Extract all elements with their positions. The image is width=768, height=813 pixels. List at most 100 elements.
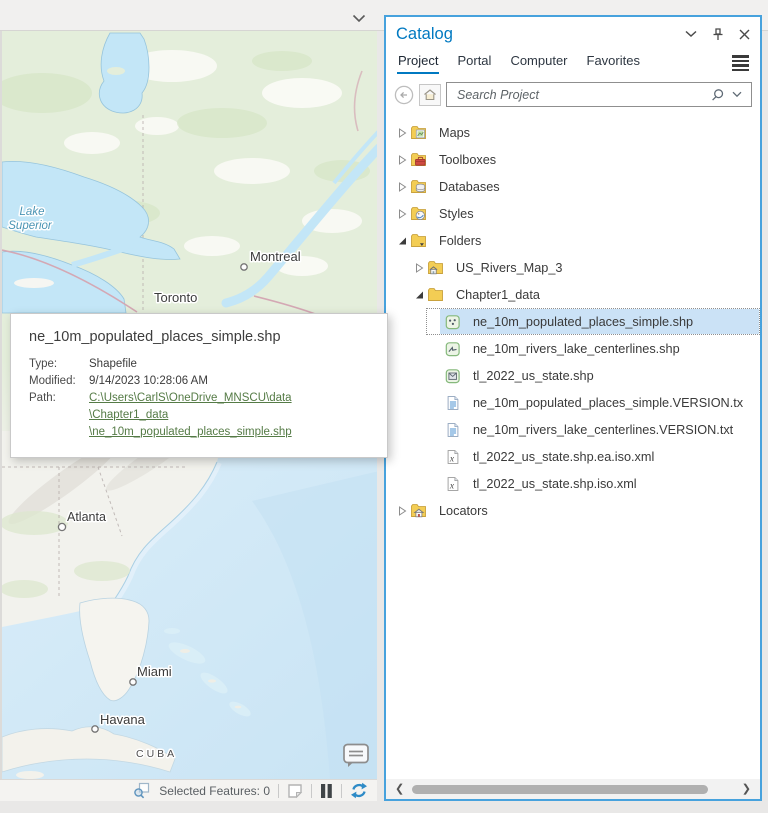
collapse-chevron-icon[interactable] xyxy=(352,10,366,28)
folder-home-icon xyxy=(427,259,445,276)
tree-item-label: US_Rivers_Map_3 xyxy=(456,260,563,275)
svg-text:x: x xyxy=(449,481,455,491)
catalog-pane: Catalog Project Portal Computer Favorite… xyxy=(384,15,762,801)
tab-computer[interactable]: Computer xyxy=(509,51,568,74)
map-label-atlanta: Atlanta xyxy=(67,510,106,524)
map-label-havana: Havana xyxy=(100,712,146,727)
pause-drawing-icon[interactable] xyxy=(320,783,333,799)
tooltip-modified-label: Modified: xyxy=(29,375,76,387)
tooltip-title: ne_10m_populated_places_simple.shp xyxy=(29,329,281,345)
catalog-pane-header: Catalog xyxy=(386,17,760,51)
search-icon[interactable] xyxy=(706,88,728,102)
pane-close-icon[interactable] xyxy=(739,29,750,40)
shp-polygon-icon xyxy=(444,367,462,384)
expander-collapsed-icon[interactable] xyxy=(394,127,410,138)
home-button[interactable] xyxy=(419,83,441,106)
shp-line-icon xyxy=(444,340,462,357)
tooltip-path-label: Path: xyxy=(29,392,56,404)
file-xml-icon: x xyxy=(444,448,462,465)
tree-item-label: Maps xyxy=(439,125,471,140)
tree-item-styles[interactable]: Styles xyxy=(386,200,760,227)
tree-item-label: tl_2022_us_state.shp.iso.xml xyxy=(473,476,637,491)
map-label-miami: Miami xyxy=(137,664,172,679)
expander-expanded-icon[interactable] xyxy=(411,290,427,300)
tree-item-label: ne_10m_populated_places_simple.VERSION.t… xyxy=(473,395,744,410)
pane-title: Catalog xyxy=(396,24,453,43)
map-label-lake-superior-1: Lake xyxy=(20,206,45,218)
tab-project[interactable]: Project xyxy=(397,51,440,74)
tree-item-chapter1-data[interactable]: Chapter1_data xyxy=(386,281,760,308)
tree-item-label: Locators xyxy=(439,503,488,518)
tree-item-us-rivers-map-3[interactable]: US_Rivers_Map_3 xyxy=(386,254,760,281)
tree-item-ne-10m-populated-places-simple-shp[interactable]: ne_10m_populated_places_simple.shp xyxy=(386,308,760,335)
tree-item-label: tl_2022_us_state.shp xyxy=(473,368,594,383)
tree-item-label: Databases xyxy=(439,179,500,194)
tree-item-tl-2022-us-state-shp-iso-xml[interactable]: x tl_2022_us_state.shp.iso.xml xyxy=(386,470,760,497)
statusbar-separator xyxy=(311,783,312,798)
back-button[interactable] xyxy=(394,85,414,105)
tree-item-folders[interactable]: Folders xyxy=(386,227,760,254)
map-label-lake-superior-2: Superior xyxy=(8,220,53,232)
map-label-montreal: Montreal xyxy=(250,249,301,264)
statusbar-separator xyxy=(278,783,279,798)
tree-item-label: ne_10m_populated_places_simple.shp xyxy=(473,314,694,329)
tree-item-label: ne_10m_rivers_lake_centerlines.VERSION.t… xyxy=(473,422,734,437)
tooltip-path-link-line3[interactable]: \ne_10m_populated_places_simple.shp xyxy=(89,424,369,441)
pane-menu-chevron-icon[interactable] xyxy=(685,30,697,38)
file-txt-icon xyxy=(444,394,462,411)
expander-expanded-icon[interactable] xyxy=(394,236,410,246)
file-txt-icon xyxy=(444,421,462,438)
expander-collapsed-icon[interactable] xyxy=(394,505,410,516)
tree-item-ne-10m-rivers-lake-centerlines-shp[interactable]: ne_10m_rivers_lake_centerlines.shp xyxy=(386,335,760,362)
catalog-tree: Maps Toolboxes Databases Styles Folders US_Ri… xyxy=(386,113,760,779)
shp-point-icon xyxy=(444,313,462,330)
expander-collapsed-icon[interactable] xyxy=(394,208,410,219)
statusbar-separator xyxy=(341,783,342,798)
folder-styles-icon xyxy=(410,205,428,222)
folder-maps-icon xyxy=(410,124,428,141)
svg-text:x: x xyxy=(449,454,455,464)
catalog-search-row xyxy=(386,78,760,111)
menu-icon[interactable] xyxy=(732,51,749,72)
tree-item-label: Toolboxes xyxy=(439,152,497,167)
tab-favorites[interactable]: Favorites xyxy=(586,51,641,74)
file-xml-icon: x xyxy=(444,475,462,492)
tree-item-ne-10m-rivers-lake-centerlines-version-txt[interactable]: ne_10m_rivers_lake_centerlines.VERSION.t… xyxy=(386,416,760,443)
expander-collapsed-icon[interactable] xyxy=(411,262,427,273)
refresh-icon[interactable] xyxy=(350,782,368,799)
selected-features-count: Selected Features: 0 xyxy=(159,783,270,798)
folder-toolboxes-icon xyxy=(410,151,428,168)
folder-plain-icon xyxy=(427,286,445,303)
expander-collapsed-icon[interactable] xyxy=(394,181,410,192)
tooltip-path-link-line2[interactable]: \Chapter1_data xyxy=(89,407,369,424)
scroll-right-icon[interactable]: ❯ xyxy=(740,783,753,795)
folder-root-icon xyxy=(410,232,428,249)
tree-item-toolboxes[interactable]: Toolboxes xyxy=(386,146,760,173)
search-dropdown-chevron-icon[interactable] xyxy=(728,91,746,98)
tab-portal[interactable]: Portal xyxy=(456,51,492,74)
pane-pin-icon[interactable] xyxy=(712,27,724,41)
search-input[interactable] xyxy=(455,86,706,103)
tooltip-type-label: Type: xyxy=(29,358,58,370)
tree-item-tl-2022-us-state-shp-ea-iso-xml[interactable]: x tl_2022_us_state.shp.ea.iso.xml xyxy=(386,443,760,470)
selection-constraint-icon[interactable] xyxy=(287,783,303,799)
search-box xyxy=(446,82,752,107)
tree-item-tl-2022-us-state-shp[interactable]: tl_2022_us_state.shp xyxy=(386,362,760,389)
scroll-left-icon[interactable]: ❮ xyxy=(393,783,406,795)
map-label-toronto: Toronto xyxy=(154,290,197,305)
expander-collapsed-icon[interactable] xyxy=(394,154,410,165)
tooltip-modified-value: 9/14/2023 10:28:06 AM xyxy=(89,375,208,387)
tree-item-ne-10m-populated-places-simple-version-tx[interactable]: ne_10m_populated_places_simple.VERSION.t… xyxy=(386,389,760,416)
selected-features-icon xyxy=(133,782,151,799)
tree-item-label: Styles xyxy=(439,206,474,221)
tree-item-maps[interactable]: Maps xyxy=(386,119,760,146)
tooltip-type-value: Shapefile xyxy=(89,358,137,370)
tooltip-path-link-line1[interactable]: C:\Users\CarlS\OneDrive_MNSCU\data xyxy=(89,390,369,407)
scrollbar-thumb[interactable] xyxy=(412,784,708,794)
catalog-tabs: Project Portal Computer Favorites xyxy=(386,51,760,78)
tree-item-label: Folders xyxy=(439,233,482,248)
tree-item-label: ne_10m_rivers_lake_centerlines.shp xyxy=(473,341,680,356)
tree-item-locators[interactable]: Locators xyxy=(386,497,760,524)
item-tooltip: ne_10m_populated_places_simple.shp Type:… xyxy=(10,313,388,458)
tree-item-databases[interactable]: Databases xyxy=(386,173,760,200)
